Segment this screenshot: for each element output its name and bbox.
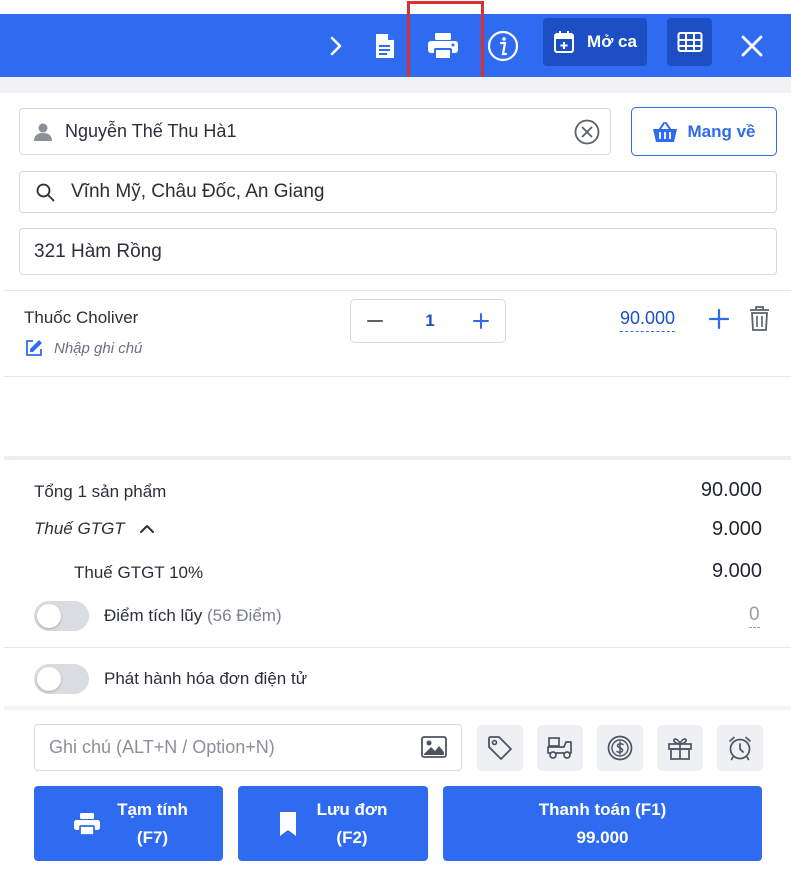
save-order-text: Lưu đơn (F2): [317, 796, 388, 852]
points-row: Điểm tích lũy (56 Điểm): [104, 606, 282, 626]
dollar-coin-icon: [607, 735, 633, 761]
vat-value: 9.000: [711, 518, 762, 540]
item-price[interactable]: 90.000: [620, 308, 676, 332]
quantity-stepper: 1: [350, 299, 506, 343]
open-shift-label: Mở ca: [587, 32, 637, 51]
trash-icon[interactable]: [749, 305, 770, 331]
location-value: Vĩnh Mỹ, Châu Đốc, An Giang: [71, 181, 325, 202]
gift-button[interactable]: [657, 725, 703, 771]
top-strip: [0, 0, 791, 14]
calendar-plus-icon: [553, 30, 575, 54]
basket-icon: [652, 121, 678, 143]
image-icon[interactable]: [421, 736, 447, 758]
points-count: (56 Điểm): [206, 606, 282, 625]
tag-button[interactable]: [477, 725, 523, 771]
delivery-button[interactable]: [537, 725, 583, 771]
bookmark-icon: [279, 811, 297, 837]
location-field[interactable]: Vĩnh Mỹ, Châu Đốc, An Giang: [19, 171, 777, 213]
save-order-key: (F2): [336, 827, 368, 847]
divider: [4, 290, 791, 291]
total-value: 90.000: [700, 479, 762, 501]
customer-name: Nguyễn Thế Thu Hà1: [65, 121, 237, 141]
clear-circle-icon[interactable]: [574, 119, 600, 145]
temp-total-button[interactable]: Tạm tính (F7): [34, 786, 223, 861]
item-name: Thuốc Choliver: [24, 308, 139, 327]
info-icon[interactable]: [486, 14, 520, 77]
gift-icon: [667, 735, 693, 761]
temp-total-key: (F7): [136, 827, 169, 847]
alarm-clock-icon: [727, 735, 753, 761]
section-divider: [4, 456, 791, 460]
tag-icon: [487, 735, 513, 761]
plus-icon[interactable]: [471, 311, 491, 331]
item-note-placeholder: Nhập ghi chú: [54, 339, 143, 357]
customer-name-field[interactable]: Nguyễn Thế Thu Hà1: [19, 108, 611, 155]
pay-label: Thanh toán (F1): [538, 799, 667, 819]
einvoice-toggle[interactable]: [34, 664, 89, 694]
alarm-button[interactable]: [717, 725, 763, 771]
points-label: Điểm tích lũy: [104, 606, 203, 625]
pay-amount: 99.000: [576, 827, 629, 847]
vat-rate-value: 9.000: [711, 560, 762, 582]
divider: [4, 376, 791, 377]
order-note-placeholder: Ghi chú (ALT+N / Option+N): [49, 737, 275, 757]
currency-button[interactable]: [597, 725, 643, 771]
points-toggle[interactable]: [34, 601, 89, 631]
pay-button[interactable]: Thanh toán (F1) 99.000: [443, 786, 762, 861]
takeaway-button[interactable]: Mang về: [631, 107, 777, 156]
open-shift-button[interactable]: Mở ca: [543, 18, 647, 66]
temp-total-text: Tạm tính (F7): [117, 796, 188, 852]
points-value[interactable]: 0: [749, 604, 760, 628]
minus-icon[interactable]: [365, 311, 385, 331]
item-note-link[interactable]: Nhập ghi chú: [24, 338, 142, 358]
edit-icon: [24, 338, 44, 358]
add-icon[interactable]: [708, 308, 730, 330]
search-icon: [36, 183, 55, 202]
order-note-input[interactable]: Ghi chú (ALT+N / Option+N): [34, 724, 462, 771]
vat-rate-label: Thuế GTGT 10%: [74, 563, 204, 582]
delivery-icon: [546, 735, 574, 761]
section-divider: [4, 706, 791, 710]
header-separator: [0, 77, 791, 93]
address-field[interactable]: 321 Hàm Rồng: [19, 228, 777, 275]
save-order-button[interactable]: Lưu đơn (F2): [238, 786, 428, 861]
document-icon[interactable]: [370, 14, 400, 77]
toolbar: Mở ca: [0, 14, 791, 77]
takeaway-label: Mang về: [687, 121, 756, 141]
divider: [4, 647, 791, 648]
printer-icon: [73, 812, 101, 836]
chevron-right-icon[interactable]: [322, 14, 350, 77]
save-order-label: Lưu đơn: [316, 799, 388, 819]
vat-toggle[interactable]: Thuế GTGT: [34, 519, 155, 539]
pay-text: Thanh toán (F1) 99.000: [539, 796, 666, 852]
einvoice-label: Phát hành hóa đơn điện tử: [104, 669, 308, 688]
vat-label: Thuế GTGT: [34, 519, 125, 538]
table-grid-icon: [677, 31, 703, 53]
close-icon[interactable]: [736, 14, 768, 77]
address-value: 321 Hàm Rồng: [34, 240, 162, 262]
person-icon: [33, 122, 53, 142]
chevron-up-icon: [139, 523, 155, 535]
print-highlight-box: [407, 1, 484, 86]
table-grid-button[interactable]: [667, 18, 712, 66]
total-label: Tổng 1 sản phẩm: [34, 482, 167, 501]
temp-total-label: Tạm tính: [117, 799, 188, 819]
quantity-value[interactable]: 1: [415, 311, 445, 331]
